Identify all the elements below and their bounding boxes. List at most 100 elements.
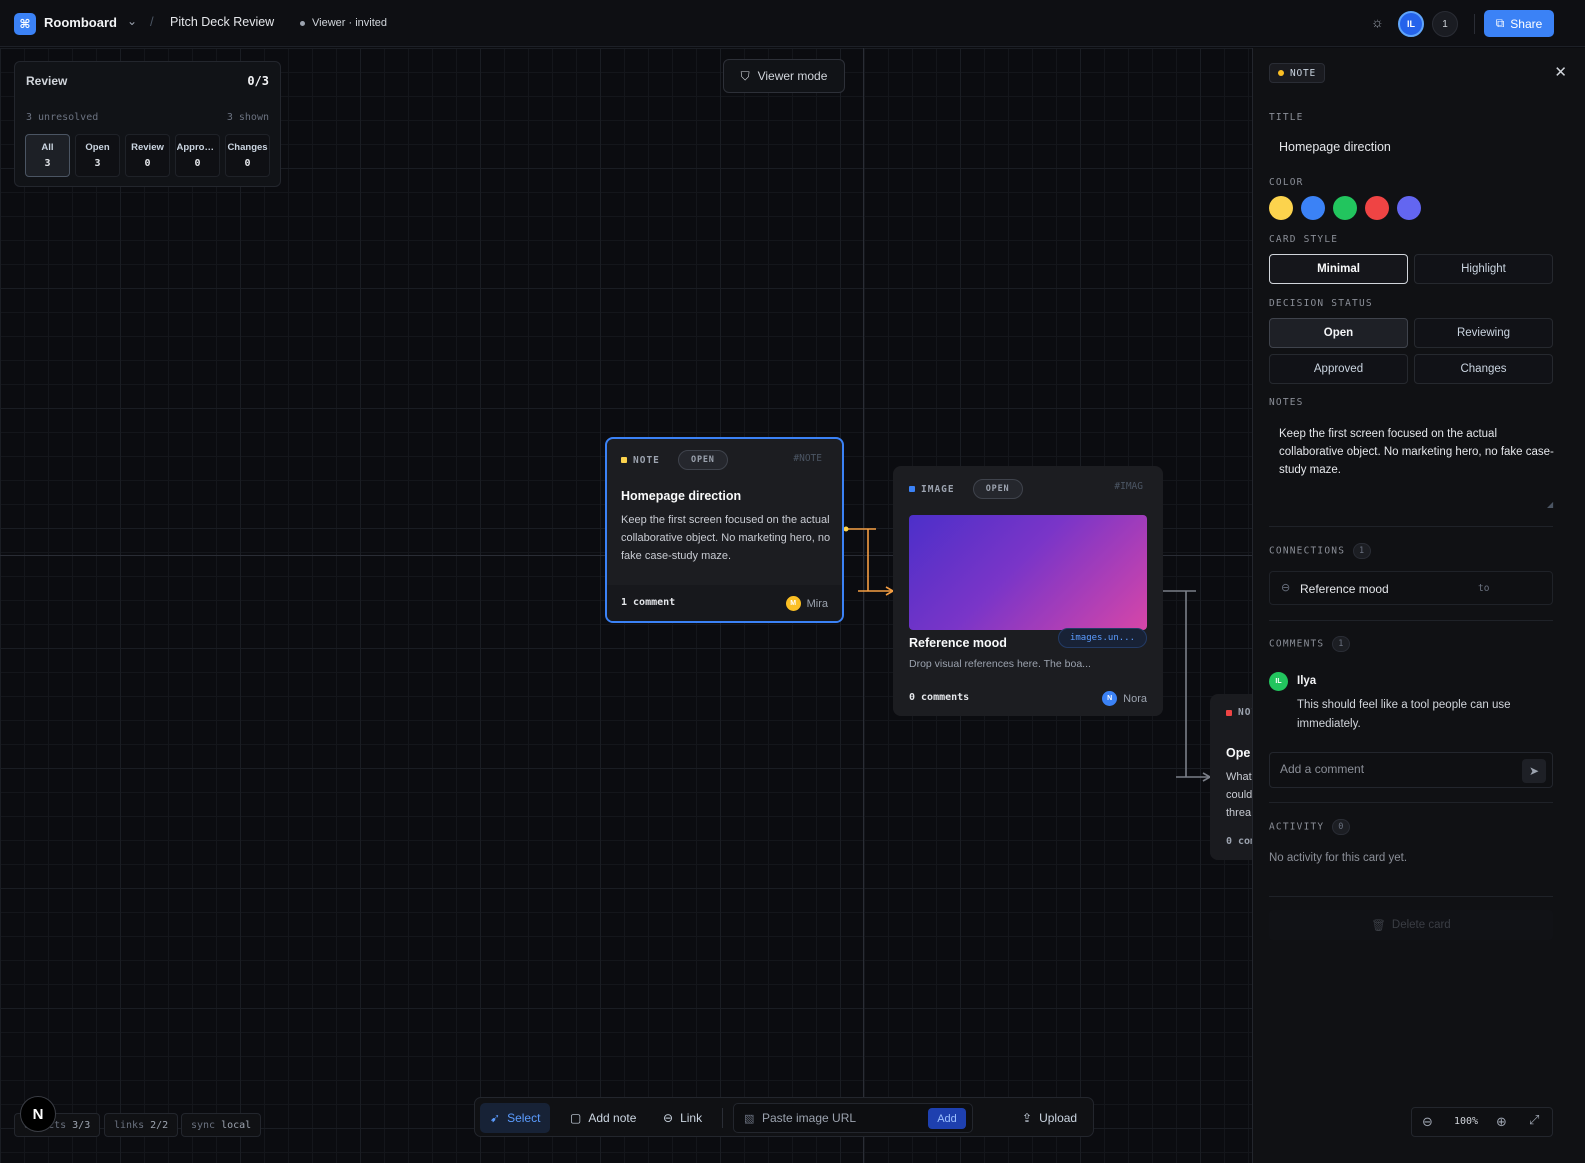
send-icon[interactable]: ➤ — [1522, 759, 1546, 783]
card-style-label: CARD STYLE — [1269, 234, 1339, 245]
link-icon: ⊖ — [663, 1111, 674, 1125]
add-note-button[interactable]: ▢ Add note — [560, 1103, 646, 1133]
resize-handle-icon[interactable]: ◢ — [1547, 500, 1553, 509]
close-icon[interactable]: ✕ — [1554, 63, 1567, 81]
zoom-in-icon[interactable]: ⊕ — [1496, 1114, 1507, 1130]
dev-badge-icon[interactable]: N — [20, 1096, 56, 1132]
decision-changes-button[interactable]: Changes — [1414, 354, 1553, 384]
filter-label: Review — [131, 142, 164, 153]
comment-input[interactable] — [1280, 762, 1510, 776]
link-tool-button[interactable]: ⊖ Link — [653, 1103, 712, 1133]
zoom-out-icon[interactable]: ⊖ — [1422, 1114, 1433, 1130]
filter-count: 0 — [244, 158, 251, 169]
add-comment-field: ➤ — [1269, 752, 1553, 788]
connection-item[interactable]: ⊖ Reference mood to — [1269, 571, 1553, 605]
filter-label: Changes — [227, 142, 268, 153]
stat-value: 3/3 — [72, 1119, 91, 1131]
avatar[interactable]: IL — [1398, 11, 1424, 37]
card-body: Keep the first screen focused on the act… — [621, 514, 831, 562]
link-label: Link — [680, 1111, 703, 1125]
filter-changes[interactable]: Changes 0 — [225, 134, 270, 177]
review-score: 0/3 — [247, 74, 269, 88]
image-url-input[interactable] — [762, 1111, 912, 1125]
note-icon: ▢ — [570, 1111, 582, 1125]
decision-open-button[interactable]: Open — [1269, 318, 1408, 348]
viewer-mode-label: Viewer mode — [757, 69, 828, 83]
filter-label: Open — [85, 142, 110, 153]
delete-card-button[interactable]: 🗑 Delete card — [1269, 910, 1553, 940]
divider — [1269, 620, 1553, 621]
filter-open[interactable]: Open 3 — [75, 134, 120, 177]
divider — [1269, 896, 1553, 897]
card-tag: #IMAG — [1114, 481, 1143, 492]
color-swatches — [1269, 196, 1421, 220]
fullscreen-icon[interactable]: ⤢ — [1529, 1112, 1539, 1128]
notes-label: NOTES — [1269, 397, 1304, 408]
upload-icon: ⇪ — [1022, 1111, 1033, 1125]
sync-stat: sync local — [181, 1113, 262, 1137]
card-author: N Nora — [1102, 691, 1147, 706]
image-url-chip[interactable]: images.un... — [1057, 628, 1147, 648]
link-icon: ⊖ — [1281, 582, 1291, 594]
connection-direction: to — [1478, 583, 1490, 594]
note-card[interactable]: NOTE OPEN #NOTE Homepage direction Keep … — [605, 437, 844, 623]
shield-icon: ⛉ — [740, 68, 750, 83]
filter-approved[interactable]: Approved 0 — [175, 134, 220, 177]
comment-text: This should feel like a tool people can … — [1297, 699, 1511, 730]
note-type-icon — [621, 457, 627, 463]
filter-all[interactable]: All 3 — [25, 134, 70, 177]
share-icon: ⧉ — [1495, 16, 1505, 30]
review-title: Review — [26, 74, 68, 88]
card-type: NOTE — [633, 454, 660, 466]
filter-label: Approved — [176, 142, 219, 153]
comments-label-text: COMMENTS — [1269, 638, 1325, 650]
activity-count: 0 — [1332, 819, 1351, 835]
presence-count[interactable]: 1 — [1432, 11, 1458, 37]
card-type: IMAGE — [921, 483, 955, 495]
theme-toggle-icon[interactable]: ☼ — [1371, 14, 1384, 30]
select-tool-button[interactable]: ➹ Select — [480, 1103, 551, 1133]
divider — [1269, 802, 1553, 803]
edge-image-to-question — [1162, 590, 1210, 778]
color-swatch-green[interactable] — [1333, 196, 1357, 220]
color-swatch-red[interactable] — [1365, 196, 1389, 220]
connection-name: Reference mood — [1300, 582, 1389, 596]
image-icon: ▧ — [744, 1113, 755, 1125]
style-highlight-button[interactable]: Highlight — [1414, 254, 1553, 284]
zoom-level: 100% — [1454, 1116, 1479, 1127]
card-type-badge: NOTE — [1269, 63, 1326, 83]
filter-count: 3 — [44, 158, 51, 169]
decision-approved-button[interactable]: Approved — [1269, 354, 1408, 384]
card-header: IMAGE OPEN — [909, 479, 1023, 499]
add-image-button[interactable]: Add — [928, 1108, 966, 1129]
avatar: IL — [1269, 672, 1288, 691]
notes-textarea[interactable]: Keep the first screen focused on the act… — [1279, 425, 1557, 479]
color-swatch-blue[interactable] — [1301, 196, 1325, 220]
trash-icon: 🗑 — [1371, 920, 1386, 932]
viewer-mode-indicator[interactable]: ⛉ Viewer mode — [723, 59, 845, 93]
comments-count: 1 — [1332, 636, 1351, 652]
card-title: Reference mood — [909, 636, 1007, 650]
decision-reviewing-button[interactable]: Reviewing — [1414, 318, 1553, 348]
edge-start-dot — [843, 526, 849, 532]
decision-label: DECISION STATUS — [1269, 298, 1373, 309]
upload-button[interactable]: ⇪ Upload — [1012, 1103, 1087, 1133]
color-swatch-yellow[interactable] — [1269, 196, 1293, 220]
image-card[interactable]: IMAGE OPEN #IMAG images.un... Reference … — [893, 466, 1163, 716]
share-button[interactable]: ⧉ Share — [1484, 10, 1554, 37]
bottom-toolbar: ➹ Select ▢ Add note ⊖ Link ▧ Add ⇪ Uploa… — [474, 1097, 1094, 1137]
filter-review[interactable]: Review 0 — [125, 134, 170, 177]
stat-label: links — [114, 1119, 145, 1131]
cursor-icon: ➹ — [490, 1111, 501, 1125]
card-footer: 1 comment M Mira — [607, 585, 842, 621]
note-dot-icon — [1278, 70, 1284, 76]
title-input[interactable]: Homepage direction — [1279, 140, 1391, 154]
unresolved-count: 3 unresolved — [26, 112, 99, 123]
stat-value: local — [221, 1119, 252, 1131]
status-badge: OPEN — [972, 479, 1023, 499]
style-minimal-button[interactable]: Minimal — [1269, 254, 1408, 284]
activity-label: ACTIVITY 0 — [1269, 819, 1351, 835]
status-badge: OPEN — [677, 450, 728, 470]
color-swatch-indigo[interactable] — [1397, 196, 1421, 220]
author-name: Mira — [806, 597, 828, 610]
